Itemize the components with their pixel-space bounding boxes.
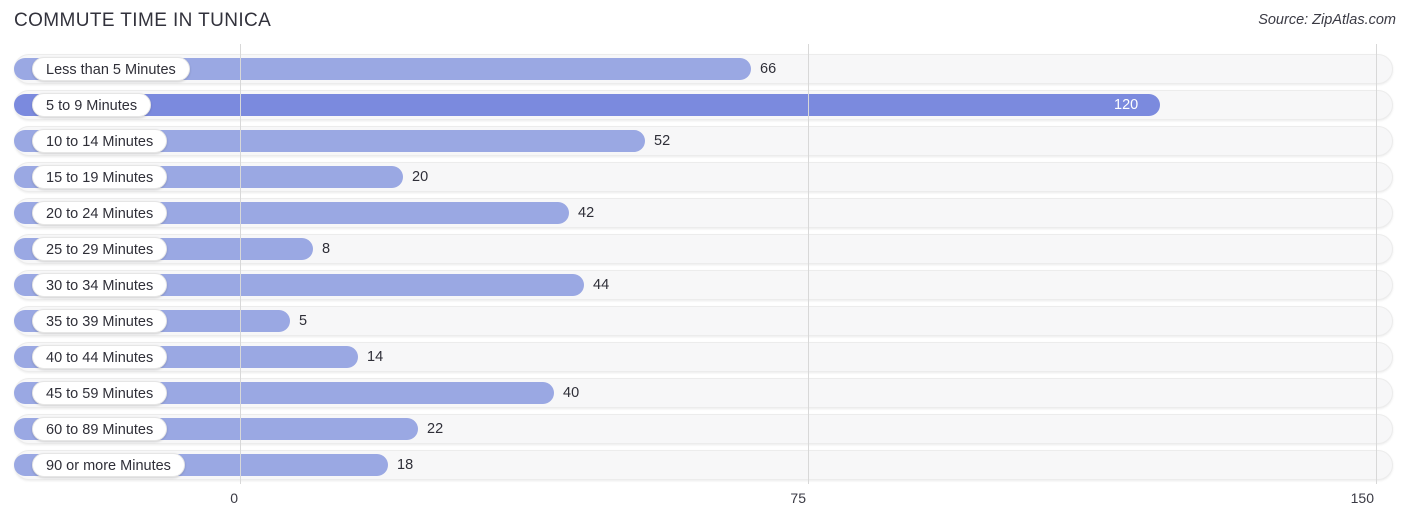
bar-row[interactable]: 60 to 89 Minutes 22 — [14, 414, 1393, 444]
bar-row[interactable]: 15 to 19 Minutes 20 — [14, 162, 1393, 192]
axis-tick-label: 75 — [790, 490, 806, 506]
bar-row[interactable]: 5 to 9 Minutes 120 — [14, 90, 1393, 120]
bar-value-label: 20 — [412, 169, 429, 185]
bar-category-label: 30 to 34 Minutes — [32, 273, 168, 297]
bar-row[interactable]: 20 to 24 Minutes 42 — [14, 198, 1393, 228]
bar-value-label: 8 — [322, 241, 331, 257]
bar-row[interactable]: 10 to 14 Minutes 52 — [14, 126, 1393, 156]
bar-row[interactable]: 30 to 34 Minutes 44 — [14, 270, 1393, 300]
page-title: COMMUTE TIME IN TUNICA — [14, 10, 272, 31]
bar-row[interactable]: 90 or more Minutes 18 — [14, 450, 1393, 480]
chart-plot-area: Less than 5 Minutes 66 5 to 9 Minutes 120 10… — [0, 44, 1406, 484]
axis-tick-label: 150 — [1350, 490, 1374, 506]
bar-row[interactable]: 45 to 59 Minutes 40 — [14, 378, 1393, 408]
bar-value-label: 120 — [1114, 97, 1139, 113]
bar-row[interactable]: 25 to 29 Minutes 8 — [14, 234, 1393, 264]
bar-category-label: 45 to 59 Minutes — [32, 381, 168, 405]
bar-category-label: 40 to 44 Minutes — [32, 345, 168, 369]
bar-category-label: 25 to 29 Minutes — [32, 237, 168, 261]
x-axis: 0 75 150 — [0, 484, 1406, 523]
chart-bar-rows: Less than 5 Minutes 66 5 to 9 Minutes 120 10… — [0, 44, 1406, 484]
bar-row[interactable]: 40 to 44 Minutes 14 — [14, 342, 1393, 372]
bar-value-label: 18 — [397, 457, 414, 473]
bar-value-label: 52 — [654, 133, 671, 149]
bar-category-label: Less than 5 Minutes — [32, 57, 190, 81]
source-attribution: Source: ZipAtlas.com — [1258, 12, 1396, 28]
bar-fill[interactable] — [14, 94, 1160, 116]
bar-value-label: 14 — [367, 349, 384, 365]
bar-category-label: 35 to 39 Minutes — [32, 309, 168, 333]
bar-row[interactable]: Less than 5 Minutes 66 — [14, 54, 1393, 84]
bar-value-label: 5 — [299, 313, 308, 329]
chart-header: COMMUTE TIME IN TUNICA Source: ZipAtlas.… — [0, 0, 1406, 44]
bar-category-label: 90 or more Minutes — [32, 453, 185, 477]
bar-category-label: 60 to 89 Minutes — [32, 417, 168, 441]
bar-row[interactable]: 35 to 39 Minutes 5 — [14, 306, 1393, 336]
bar-value-label: 66 — [760, 61, 777, 77]
bar-value-label: 22 — [427, 421, 444, 437]
bar-value-label: 40 — [563, 385, 580, 401]
bar-category-label: 20 to 24 Minutes — [32, 201, 168, 225]
bar-category-label: 10 to 14 Minutes — [32, 129, 168, 153]
bar-value-label: 42 — [578, 205, 595, 221]
axis-tick-label: 0 — [230, 490, 238, 506]
bar-category-label: 15 to 19 Minutes — [32, 165, 168, 189]
bar-category-label: 5 to 9 Minutes — [32, 93, 152, 117]
bar-value-label: 44 — [593, 277, 610, 293]
